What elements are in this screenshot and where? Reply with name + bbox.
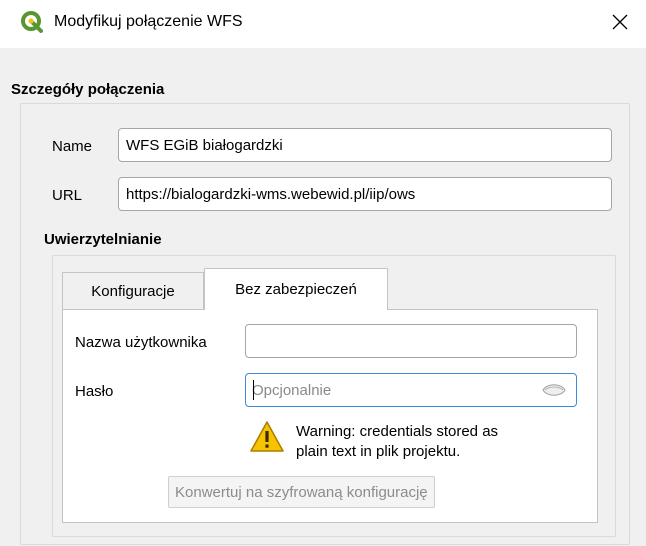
- close-button[interactable]: [594, 0, 646, 44]
- url-label: URL: [52, 187, 83, 204]
- warning-line-1: Warning: credentials stored as: [296, 423, 499, 440]
- warning-message: Warning: credentials stored as plain tex…: [296, 422, 498, 462]
- convert-to-encrypted-config-button[interactable]: Konwertuj na szyfrowaną konfigurację: [168, 476, 435, 508]
- url-input[interactable]: [118, 177, 612, 211]
- password-input[interactable]: [252, 374, 522, 406]
- text-cursor: [253, 380, 254, 400]
- name-label: Name: [52, 138, 93, 155]
- dialog-window: Modyfikuj połączenie WFS Szczegóły połąc…: [0, 0, 646, 546]
- tab-no-security-label: Bez zabezpieczeń: [235, 281, 357, 298]
- name-input[interactable]: [118, 128, 612, 162]
- username-input[interactable]: [245, 324, 577, 358]
- username-label: Nazwa użytkownika: [75, 334, 207, 351]
- close-icon: [612, 14, 628, 30]
- eye-icon[interactable]: [542, 382, 566, 398]
- password-label: Hasło: [75, 383, 114, 400]
- tab-configurations[interactable]: Konfiguracje: [62, 272, 204, 310]
- tab-configurations-label: Konfiguracje: [91, 283, 175, 300]
- tab-no-security[interactable]: Bez zabezpieczeń: [204, 268, 388, 310]
- qgis-logo-icon: [21, 11, 43, 33]
- connection-details-title: Szczegóły połączenia: [11, 81, 165, 98]
- warning-icon: [250, 421, 284, 452]
- window-title: Modyfikuj połączenie WFS: [54, 13, 243, 30]
- password-field[interactable]: [245, 373, 577, 407]
- title-bar: Modyfikuj połączenie WFS: [0, 0, 646, 48]
- warning-line-2: plain text in plik projektu.: [296, 443, 461, 460]
- authentication-title: Uwierzytelnianie: [44, 231, 162, 248]
